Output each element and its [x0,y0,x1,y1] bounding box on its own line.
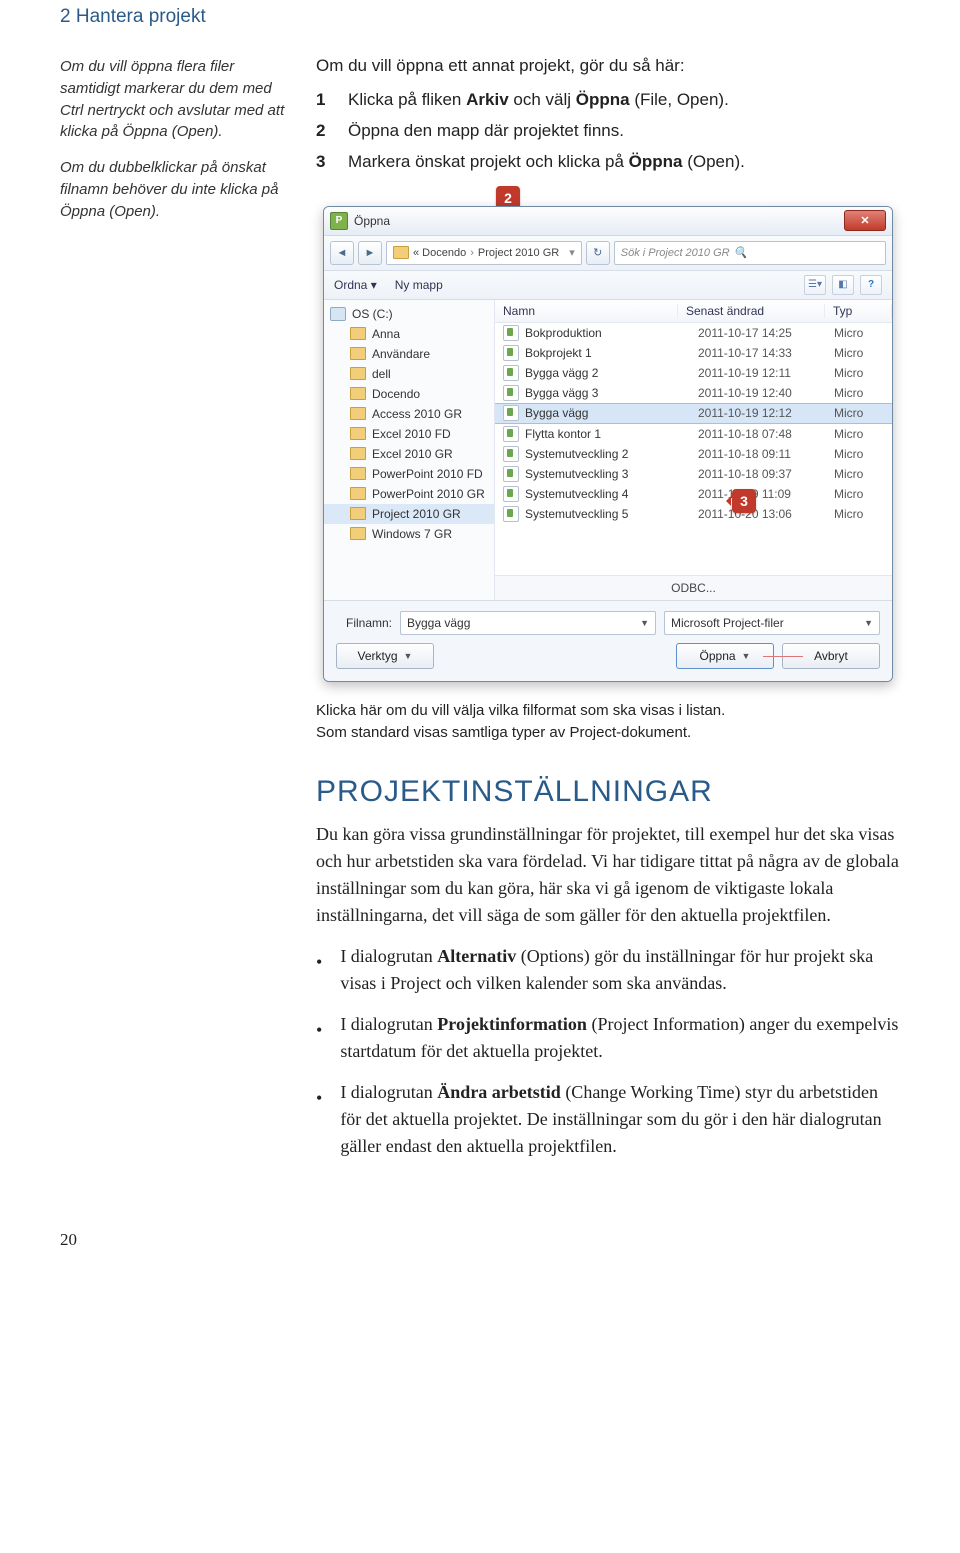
tree-item[interactable]: Docendo [324,384,494,404]
project-file-icon [503,426,519,442]
tree-item[interactable]: Anna [324,324,494,344]
project-app-icon: P [330,212,348,230]
folder-icon [393,246,409,259]
tree-item[interactable]: PowerPoint 2010 FD [324,464,494,484]
project-file-icon [503,365,519,381]
folder-icon [350,427,366,440]
folder-icon [350,387,366,400]
figure-caption: Klicka här om du vill välja vilka filfor… [316,700,900,745]
project-file-icon [503,405,519,421]
callout-3: 3 [732,489,756,513]
close-button[interactable]: ✕ [844,210,886,231]
back-button[interactable]: ◄ [330,241,354,265]
dialog-title: Öppna [354,214,390,228]
filename-label: Filnamn: [336,616,392,630]
file-row[interactable]: Bygga vägg2011-10-19 12:12Micro [495,403,892,424]
bullet-item: I dialogrutan Projektinformation (Projec… [340,1011,900,1065]
project-file-icon [503,345,519,361]
chapter-heading: 2 Hantera projekt [60,0,900,56]
column-type[interactable]: Typ [825,304,892,318]
tree-item[interactable]: PowerPoint 2010 GR [324,484,494,504]
section-heading: PROJEKTINSTÄLLNINGAR [316,775,900,809]
project-file-icon [503,506,519,522]
step-2: Öppna den mapp där projektet finns. [348,117,900,144]
folder-icon [350,527,366,540]
folder-icon [350,347,366,360]
folder-tree[interactable]: OS (C:) AnnaAnvändaredellDocendoAccess 2… [324,300,495,600]
breadcrumb[interactable]: « Docendo › Project 2010 GR ▾ [386,241,582,265]
project-file-icon [503,385,519,401]
file-row[interactable]: Systemutveckling 22011-10-18 09:11Micro [495,444,892,464]
folder-icon [350,507,366,520]
file-row[interactable]: Systemutveckling 42011-10-19 11:09Micro [495,484,892,504]
drive-icon [330,307,346,321]
forward-button[interactable]: ► [358,241,382,265]
step-3: Markera önskat projekt och klicka på Öpp… [348,148,900,175]
open-button[interactable]: Öppna▼ [676,643,774,669]
organize-menu[interactable]: Ordna ▾ [334,278,377,292]
tree-item[interactable]: dell [324,364,494,384]
tree-item[interactable]: Excel 2010 FD [324,424,494,444]
folder-icon [350,467,366,480]
file-row[interactable]: Flytta kontor 12011-10-18 07:48Micro [495,424,892,444]
search-input[interactable]: Sök i Project 2010 GR 🔍 [614,241,886,265]
odbc-button[interactable]: ODBC... [495,575,892,600]
column-date[interactable]: Senast ändrad [678,304,825,318]
folder-icon [350,327,366,340]
tree-item[interactable]: Excel 2010 GR [324,444,494,464]
sidebar-note: Om du vill öppna flera filer samtidigt m… [60,56,290,236]
search-icon: 🔍 [734,246,748,259]
sidebar-paragraph: Om du dubbelklickar på önskat filnamn be… [60,157,290,222]
folder-icon [350,487,366,500]
project-file-icon [503,466,519,482]
filetype-select[interactable]: Microsoft Project-filer▼ [664,611,880,635]
open-dialog: P Öppna ✕ ◄ ► « Docendo › Project 2010 G… [323,206,893,682]
file-row[interactable]: Bygga vägg 32011-10-19 12:40Micro [495,383,892,403]
column-name[interactable]: Namn [495,304,678,318]
page-number: 20 [60,1230,900,1250]
bullet-list: •I dialogrutan Alternativ (Options) gör … [316,943,900,1160]
folder-icon [350,407,366,420]
file-row[interactable]: Bokprojekt 12011-10-17 14:33Micro [495,343,892,363]
project-file-icon [503,486,519,502]
sidebar-paragraph: Om du vill öppna flera filer samtidigt m… [60,56,290,143]
filename-input[interactable]: Bygga vägg▼ [400,611,656,635]
refresh-button[interactable]: ↻ [586,241,610,265]
step-1: Klicka på fliken Arkiv och välj Öppna (F… [348,86,900,113]
project-file-icon [503,446,519,462]
tree-item[interactable]: Användare [324,344,494,364]
bullet-item: I dialogrutan Alternativ (Options) gör d… [340,943,900,997]
body-paragraph: Du kan göra vissa grundinställningar för… [316,821,900,929]
view-options-icon[interactable]: ☰▾ [804,275,826,295]
tree-item[interactable]: Project 2010 GR [324,504,494,524]
numbered-list: 1Klicka på fliken Arkiv och välj Öppna (… [316,86,900,176]
tools-button[interactable]: Verktyg▼ [336,643,434,669]
tree-item[interactable]: Windows 7 GR [324,524,494,544]
file-list[interactable]: Bokproduktion2011-10-17 14:25MicroBokpro… [495,323,892,575]
new-folder-button[interactable]: Ny mapp [395,278,443,292]
help-icon[interactable]: ? [860,275,882,295]
file-row[interactable]: Systemutveckling 32011-10-18 09:37Micro [495,464,892,484]
folder-icon [350,447,366,460]
intro-line: Om du vill öppna ett annat projekt, gör … [316,56,900,76]
file-row[interactable]: Bygga vägg 22011-10-19 12:11Micro [495,363,892,383]
preview-pane-icon[interactable]: ◧ [832,275,854,295]
project-file-icon [503,325,519,341]
file-row[interactable]: Bokproduktion2011-10-17 14:25Micro [495,323,892,343]
file-row[interactable]: Systemutveckling 52011-10-20 13:06Micro [495,504,892,524]
bullet-item: I dialogrutan Ändra arbetstid (Change Wo… [340,1079,900,1160]
folder-icon [350,367,366,380]
tree-item[interactable]: Access 2010 GR [324,404,494,424]
